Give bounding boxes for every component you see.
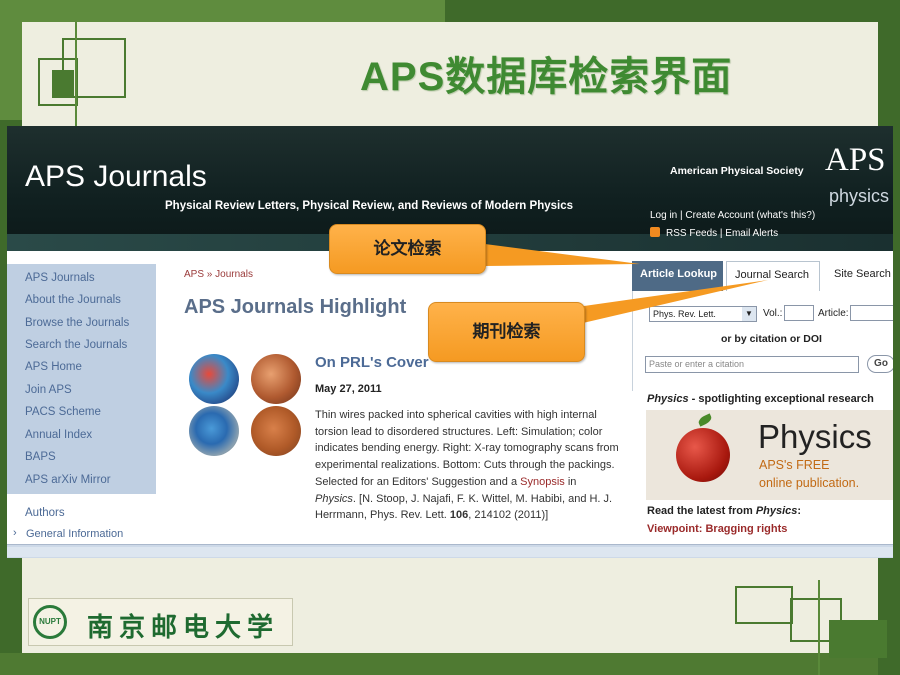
- university-seal-icon: NUPT: [33, 605, 67, 639]
- journal-callout-pointer: [570, 280, 768, 326]
- decor-line: [818, 580, 820, 675]
- decor-block: [829, 620, 887, 658]
- callout-journal-search: 期刊检索: [428, 302, 585, 362]
- decor-square: [735, 586, 793, 624]
- article-callout-pointer: [485, 244, 640, 266]
- university-name: 南京邮电大学: [87, 613, 280, 643]
- university-logo: NUPT 南京邮电大学: [28, 598, 293, 646]
- callout-article-search: 论文检索: [329, 224, 486, 274]
